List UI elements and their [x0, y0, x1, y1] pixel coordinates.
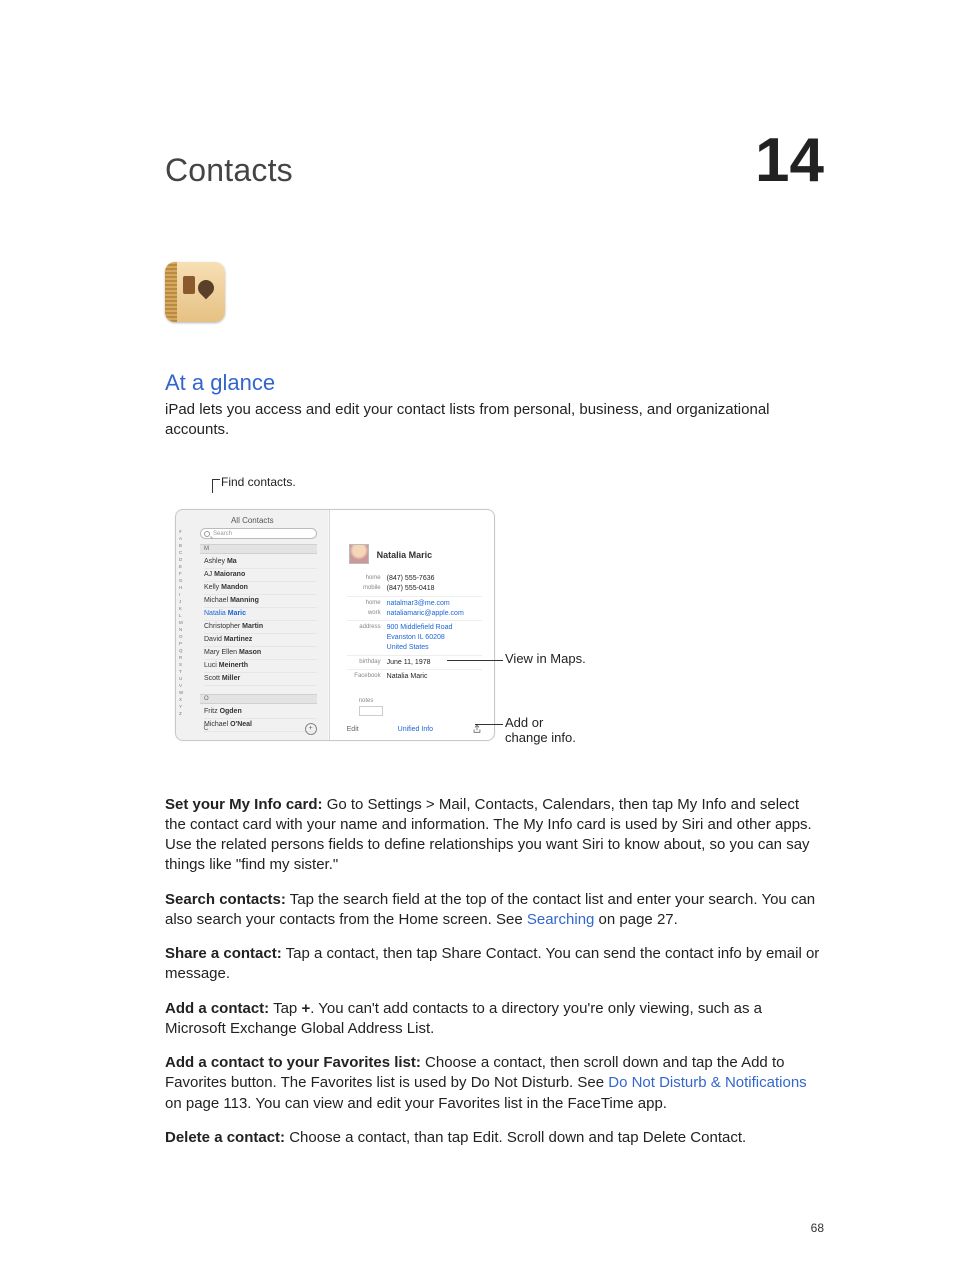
section-header-m: M [200, 544, 317, 554]
paragraph-favorites: Add a contact to your Favorites list: Ch… [165, 1053, 824, 1114]
list-item[interactable]: AJ Maiorano [204, 569, 317, 582]
list-item[interactable]: Ashley Ma [204, 556, 317, 569]
list-item[interactable]: Natalia Maric [204, 608, 317, 621]
callout-view-in-maps: View in Maps. [505, 651, 586, 666]
contact-field-row: home(847) 555-7636 [347, 574, 482, 584]
avatar [349, 544, 369, 564]
notes-label: notes [359, 698, 480, 704]
search-icon [204, 531, 210, 537]
list-item[interactable]: Scott Miller [204, 673, 317, 686]
all-contacts-title: All Contacts [176, 516, 329, 525]
plus-icon: + [301, 1000, 310, 1017]
callout-add-change-info: Add orchange info. [505, 715, 576, 746]
contact-field-row: worknataliamaric@apple.com [347, 608, 482, 618]
chapter-title: Contacts [165, 152, 293, 189]
paragraph-my-info: Set your My Info card: Go to Settings > … [165, 795, 824, 876]
section-header-o: O [200, 694, 317, 704]
link-dnd-notifications[interactable]: Do Not Disturb & Notifications [608, 1074, 806, 1091]
list-item[interactable]: Michael Manning [204, 595, 317, 608]
groups-button[interactable]: C [200, 723, 212, 735]
contact-card-name: Natalia Maric [377, 550, 433, 560]
alphabet-index[interactable]: # A B C D E F G H I J K L M N O P Q R S … [179, 528, 184, 717]
link-searching[interactable]: Searching [527, 911, 595, 928]
section-heading: At a glance [165, 370, 824, 396]
unified-info-button[interactable]: Unified Info [398, 726, 433, 733]
intro-text: iPad lets you access and edit your conta… [165, 400, 824, 441]
list-item[interactable]: Kelly Mandon [204, 582, 317, 595]
contact-field-row: address900 Middlefield Road [347, 620, 482, 633]
contact-field-row: Evanston IL 60208 [347, 633, 482, 643]
contact-field-row: FacebookNatalia Maric [347, 669, 482, 682]
contacts-app-icon [165, 262, 225, 322]
list-item[interactable]: Mary Ellen Mason [204, 647, 317, 660]
search-placeholder: Search [213, 531, 232, 537]
list-item[interactable]: Christopher Martin [204, 621, 317, 634]
paragraph-share: Share a contact: Tap a contact, then tap… [165, 944, 824, 985]
list-item[interactable]: David Martinez [204, 634, 317, 647]
notes-field[interactable] [359, 706, 383, 716]
edit-button[interactable]: Edit [347, 726, 359, 733]
callout-find-contacts: Find contacts. [221, 475, 296, 489]
paragraph-search: Search contacts: Tap the search field at… [165, 890, 824, 931]
contacts-book-ui: All Contacts Search # A B C D E F G H I … [175, 509, 495, 741]
contact-field-row: birthdayJune 11, 1978 [347, 655, 482, 668]
page-number: 68 [811, 1221, 824, 1235]
search-input[interactable]: Search [200, 528, 317, 539]
contact-field-row: mobile(847) 555-0418 [347, 584, 482, 594]
list-item[interactable]: Luci Meinerth [204, 660, 317, 673]
add-contact-button[interactable]: + [305, 723, 317, 735]
contact-field-row: homenatalmar3@me.com [347, 596, 482, 609]
chapter-number: 14 [755, 130, 824, 192]
contacts-screenshot-figure: Find contacts. All Contacts Search # A B… [165, 475, 825, 765]
paragraph-delete: Delete a contact: Choose a contact, than… [165, 1128, 824, 1148]
paragraph-add: Add a contact: Tap +. You can't add cont… [165, 999, 824, 1040]
contact-field-row: United States [347, 643, 482, 653]
share-icon[interactable] [472, 724, 482, 736]
list-item[interactable]: Fritz Ogden [204, 706, 317, 719]
